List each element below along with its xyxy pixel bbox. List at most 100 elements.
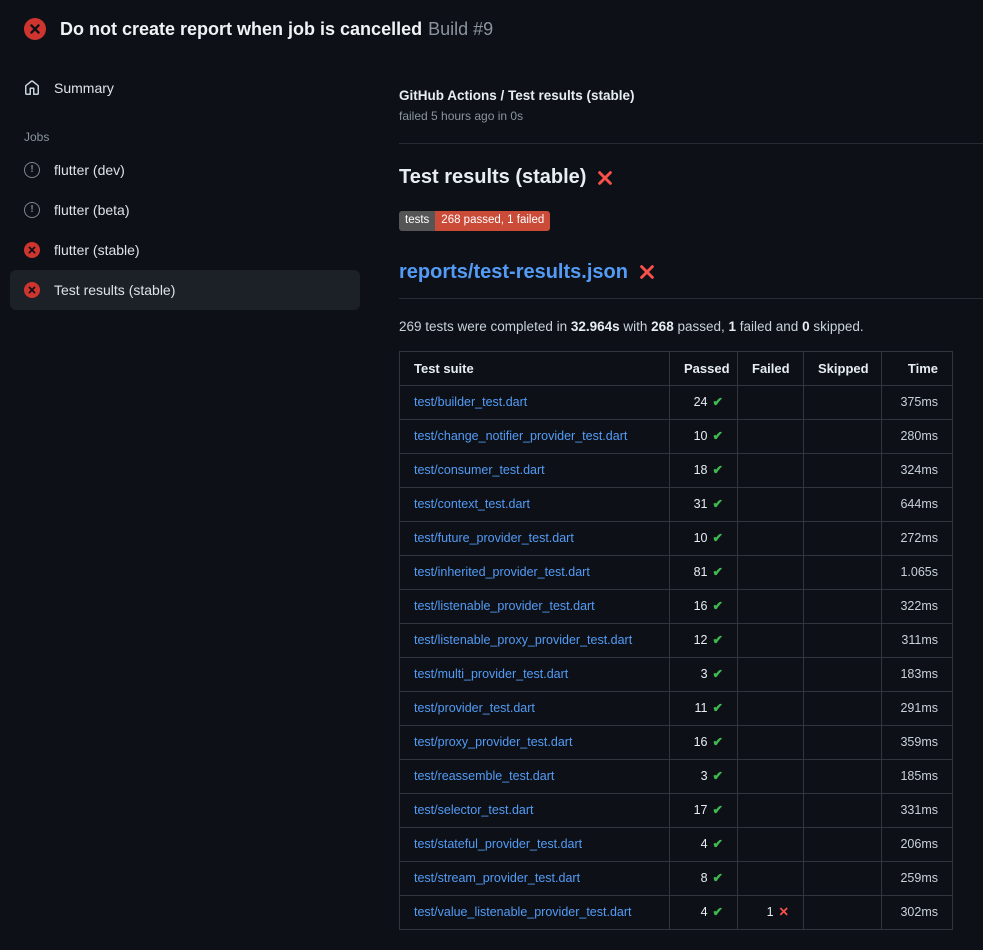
test-suite-link[interactable]: test/proxy_provider_test.dart <box>414 735 572 749</box>
sidebar-item-test-results-stable[interactable]: Test results (stable) <box>10 270 360 310</box>
green-check-icon: ✔ <box>713 531 723 545</box>
test-suite-link[interactable]: test/multi_provider_test.dart <box>414 667 568 681</box>
test-suite-link[interactable]: test/future_provider_test.dart <box>414 531 574 545</box>
test-table-body: test/builder_test.dart24✔375mstest/chang… <box>400 385 953 929</box>
red-x-icon: ✕ <box>779 905 789 919</box>
test-suite-link[interactable]: test/builder_test.dart <box>414 395 527 409</box>
divider <box>399 143 983 144</box>
test-suite-row: test/selector_test.dart17✔331ms <box>400 793 953 827</box>
suite-time: 302ms <box>882 895 953 929</box>
sidebar-item-flutter-stable[interactable]: flutter (stable) <box>10 230 360 270</box>
divider <box>399 298 983 299</box>
test-suite-link[interactable]: test/change_notifier_provider_test.dart <box>414 429 627 443</box>
suite-time: 1.065s <box>882 555 953 589</box>
test-suite-row: test/stream_provider_test.dart8✔259ms <box>400 861 953 895</box>
run-meta-text: failed 5 hours ago in 0s <box>399 109 983 123</box>
green-check-icon: ✔ <box>713 463 723 477</box>
failed-x-icon <box>638 263 656 281</box>
col-header-skipped: Skipped <box>804 351 882 385</box>
suite-time: 644ms <box>882 487 953 521</box>
test-suite-link[interactable]: test/provider_test.dart <box>414 701 535 715</box>
test-suite-row: test/builder_test.dart24✔375ms <box>400 385 953 419</box>
jobs-list: ! flutter (dev)! flutter (beta) flutter (st… <box>10 150 360 310</box>
suite-time: 259ms <box>882 861 953 895</box>
test-suite-link[interactable]: test/stateful_provider_test.dart <box>414 837 582 851</box>
green-check-icon: ✔ <box>713 429 723 443</box>
suite-time: 185ms <box>882 759 953 793</box>
build-number: Build #9 <box>428 19 493 39</box>
green-check-icon: ✔ <box>713 769 723 783</box>
test-suite-link[interactable]: test/listenable_provider_test.dart <box>414 599 595 613</box>
test-suite-row: test/consumer_test.dart18✔324ms <box>400 453 953 487</box>
test-suite-row: test/context_test.dart31✔644ms <box>400 487 953 521</box>
test-table-head-row: Test suitePassedFailedSkippedTime <box>400 351 953 385</box>
test-suite-link[interactable]: test/consumer_test.dart <box>414 463 545 477</box>
test-suite-link[interactable]: test/reassemble_test.dart <box>414 769 554 783</box>
jobs-section-label: Jobs <box>24 130 346 144</box>
green-check-icon: ✔ <box>713 803 723 817</box>
suite-time: 322ms <box>882 589 953 623</box>
test-suite-row: test/change_notifier_provider_test.dart1… <box>400 419 953 453</box>
test-suite-link[interactable]: test/listenable_proxy_provider_test.dart <box>414 633 632 647</box>
main-content: GitHub Actions / Test results (stable) f… <box>370 58 983 930</box>
failure-status-icon <box>24 18 46 40</box>
test-suite-row: test/inherited_provider_test.dart81✔1.06… <box>400 555 953 589</box>
test-suite-row: test/reassemble_test.dart3✔185ms <box>400 759 953 793</box>
test-results-table: Test suitePassedFailedSkippedTime test/b… <box>399 351 953 930</box>
test-suite-row: test/future_provider_test.dart10✔272ms <box>400 521 953 555</box>
job-label: flutter (stable) <box>54 242 140 258</box>
col-header-failed: Failed <box>738 351 804 385</box>
tests-status-badge: tests 268 passed, 1 failed <box>399 211 550 231</box>
badge-value: 268 passed, 1 failed <box>435 211 550 231</box>
badge-label: tests <box>399 211 435 231</box>
green-check-icon: ✔ <box>713 837 723 851</box>
neutral-status-icon: ! <box>24 162 40 178</box>
green-check-icon: ✔ <box>713 565 723 579</box>
sidebar-item-label: Summary <box>54 80 114 96</box>
test-suite-link[interactable]: test/value_listenable_provider_test.dart <box>414 905 632 919</box>
sidebar-item-flutter-beta[interactable]: ! flutter (beta) <box>10 190 360 230</box>
green-check-icon: ✔ <box>713 599 723 613</box>
test-suite-row: test/listenable_proxy_provider_test.dart… <box>400 623 953 657</box>
test-suite-row: test/stateful_provider_test.dart4✔206ms <box>400 827 953 861</box>
job-label: flutter (beta) <box>54 202 129 218</box>
suite-time: 272ms <box>882 521 953 555</box>
failed-x-icon <box>596 169 614 187</box>
col-header-passed: Passed <box>670 351 738 385</box>
suite-time: 183ms <box>882 657 953 691</box>
green-check-icon: ✔ <box>713 871 723 885</box>
failed-status-icon <box>24 242 40 258</box>
job-label: flutter (dev) <box>54 162 125 178</box>
tests-summary-line: 269 tests were completed in 32.964s with… <box>399 319 983 334</box>
col-header-test-suite: Test suite <box>400 351 670 385</box>
test-suite-link[interactable]: test/stream_provider_test.dart <box>414 871 580 885</box>
check-title: Do not create report when job is cancell… <box>60 19 422 39</box>
col-header-time: Time <box>882 351 953 385</box>
failed-status-icon <box>24 282 40 298</box>
test-suite-link[interactable]: test/inherited_provider_test.dart <box>414 565 590 579</box>
test-suite-row: test/multi_provider_test.dart3✔183ms <box>400 657 953 691</box>
neutral-status-icon: ! <box>24 202 40 218</box>
test-suite-row: test/listenable_provider_test.dart16✔322… <box>400 589 953 623</box>
test-suite-link[interactable]: test/context_test.dart <box>414 497 530 511</box>
test-suite-link[interactable]: test/selector_test.dart <box>414 803 534 817</box>
green-check-icon: ✔ <box>713 905 723 919</box>
sidebar-item-summary[interactable]: Summary <box>10 68 360 108</box>
green-check-icon: ✔ <box>713 735 723 749</box>
check-run-header: Do not create report when job is cancell… <box>0 0 983 58</box>
home-icon <box>24 80 40 96</box>
green-check-icon: ✔ <box>713 701 723 715</box>
green-check-icon: ✔ <box>713 497 723 511</box>
test-suite-row: test/provider_test.dart11✔291ms <box>400 691 953 725</box>
job-label: Test results (stable) <box>54 282 175 298</box>
suite-time: 280ms <box>882 419 953 453</box>
suite-time: 206ms <box>882 827 953 861</box>
sidebar-item-flutter-dev[interactable]: ! flutter (dev) <box>10 150 360 190</box>
test-suite-row: test/value_listenable_provider_test.dart… <box>400 895 953 929</box>
suite-time: 324ms <box>882 453 953 487</box>
section-title: Test results (stable) <box>399 166 586 189</box>
breadcrumb: GitHub Actions / Test results (stable) <box>399 88 983 103</box>
page-title: Do not create report when job is cancell… <box>60 19 493 40</box>
suite-time: 291ms <box>882 691 953 725</box>
report-file-link[interactable]: reports/test-results.json <box>399 261 628 284</box>
